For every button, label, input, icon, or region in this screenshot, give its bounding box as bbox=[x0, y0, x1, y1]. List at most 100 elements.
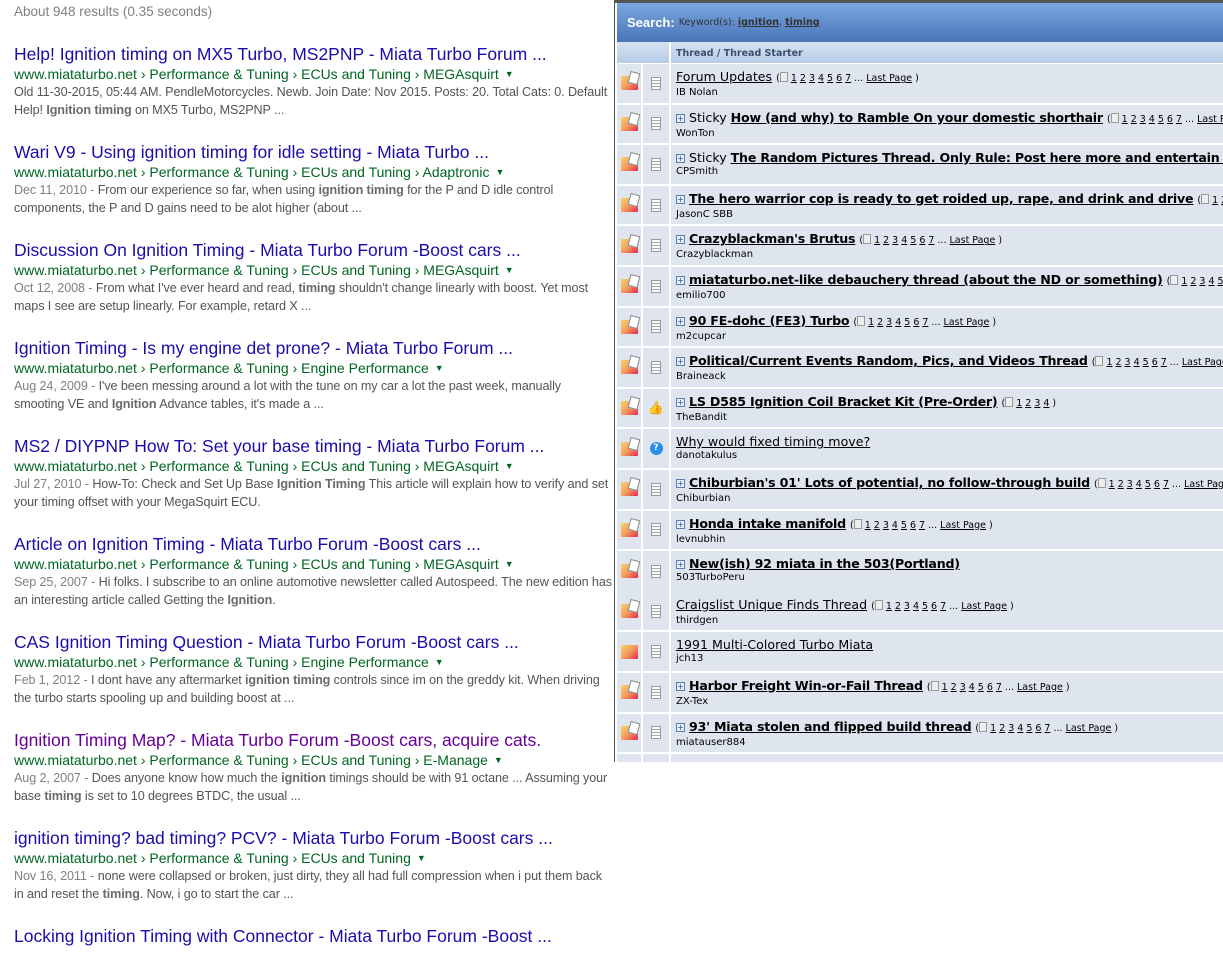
expand-icon[interactable]: + bbox=[676, 113, 685, 123]
page-link[interactable]: 3 bbox=[1140, 114, 1146, 125]
dropdown-arrow-icon[interactable]: ▼ bbox=[505, 461, 514, 471]
page-link[interactable]: 1 bbox=[1016, 398, 1022, 409]
page-link[interactable]: 1 bbox=[874, 235, 880, 246]
thread-title-link[interactable]: 1991 Multi-Colored Turbo Miata bbox=[676, 637, 873, 652]
thread-starter[interactable]: Braineack bbox=[676, 371, 1223, 382]
page-link[interactable]: 7 bbox=[845, 73, 851, 84]
page-link[interactable]: 1 bbox=[990, 723, 996, 734]
page-link[interactable]: 3 bbox=[1008, 723, 1014, 734]
thread-starter[interactable]: WonTon bbox=[676, 128, 1223, 139]
page-link[interactable]: 2 bbox=[1118, 479, 1124, 490]
result-title-link[interactable]: MS2 / DIYPNP How To: Set your base timin… bbox=[14, 435, 614, 457]
page-link[interactable]: 7 bbox=[996, 682, 1002, 693]
page-link[interactable]: 2 bbox=[877, 317, 883, 328]
result-title-link[interactable]: CAS Ignition Timing Question - Miata Tur… bbox=[14, 631, 614, 653]
page-link[interactable]: 1 bbox=[791, 73, 797, 84]
thread-title-link[interactable]: LS D585 Ignition Coil Bracket Kit (Pre-O… bbox=[689, 394, 998, 409]
page-link[interactable]: 3 bbox=[1125, 357, 1131, 368]
dropdown-arrow-icon[interactable]: ▼ bbox=[435, 363, 444, 373]
page-link[interactable]: 3 bbox=[809, 73, 815, 84]
page-link[interactable]: 5 bbox=[1026, 723, 1032, 734]
page-link[interactable]: 5 bbox=[1158, 114, 1164, 125]
expand-icon[interactable]: + bbox=[676, 478, 685, 488]
thread-title-link[interactable]: Honda intake manifold bbox=[689, 516, 846, 531]
thread-starter[interactable]: danotakulus bbox=[676, 450, 1223, 461]
dropdown-arrow-icon[interactable]: ▼ bbox=[505, 559, 514, 569]
page-link[interactable]: 4 bbox=[892, 520, 898, 531]
thread-title-link[interactable]: How (and why) to Ramble On your domestic… bbox=[731, 110, 1103, 125]
thread-title-link[interactable]: 90 FE-dohc (FE3) Turbo bbox=[689, 313, 850, 328]
page-link[interactable]: 1 bbox=[1106, 357, 1112, 368]
thread-starter[interactable]: levnubhin bbox=[676, 534, 1223, 545]
last-page-link[interactable]: Last Page bbox=[866, 73, 912, 84]
last-page-link[interactable]: Last Page bbox=[1197, 114, 1223, 125]
page-link[interactable]: 2 bbox=[1190, 276, 1196, 287]
page-link[interactable]: 1 bbox=[868, 317, 874, 328]
page-link[interactable]: 6 bbox=[931, 601, 937, 612]
page-link[interactable]: 2 bbox=[999, 723, 1005, 734]
result-title-link[interactable]: Help! Ignition timing on MX5 Turbo, MS2P… bbox=[14, 43, 614, 65]
page-link[interactable]: 6 bbox=[987, 682, 993, 693]
last-page-link[interactable]: Last Page bbox=[1182, 357, 1223, 368]
last-page-link[interactable]: Last Page bbox=[1184, 479, 1223, 490]
last-page-link[interactable]: Last Page bbox=[944, 317, 990, 328]
thread-title-link[interactable]: Why would fixed timing move? bbox=[676, 434, 870, 449]
thread-title-link[interactable]: Crazyblackman's Brutus bbox=[689, 231, 856, 246]
page-link[interactable]: 3 bbox=[886, 317, 892, 328]
page-link[interactable]: 6 bbox=[1167, 114, 1173, 125]
page-link[interactable]: 6 bbox=[913, 317, 919, 328]
page-link[interactable]: 4 bbox=[969, 682, 975, 693]
page-link[interactable]: 5 bbox=[827, 73, 833, 84]
page-link[interactable]: 1 bbox=[942, 682, 948, 693]
page-link[interactable]: 6 bbox=[919, 235, 925, 246]
page-link[interactable]: 2 bbox=[1116, 357, 1122, 368]
dropdown-arrow-icon[interactable]: ▼ bbox=[417, 853, 426, 863]
thread-starter[interactable]: 503TurboPeru bbox=[676, 572, 1223, 583]
expand-icon[interactable]: + bbox=[676, 722, 685, 732]
page-link[interactable]: 2 bbox=[895, 601, 901, 612]
page-link[interactable]: 3 bbox=[892, 235, 898, 246]
page-link[interactable]: 2 bbox=[800, 73, 806, 84]
page-link[interactable]: 4 bbox=[1134, 357, 1140, 368]
thread-starter[interactable]: JasonC SBB bbox=[676, 209, 1223, 220]
page-link[interactable]: 3 bbox=[960, 682, 966, 693]
thread-title-link[interactable]: Harbor Freight Win-or-Fail Thread bbox=[689, 678, 923, 693]
page-link[interactable]: 5 bbox=[922, 601, 928, 612]
keyword-link[interactable]: ignition bbox=[738, 17, 779, 28]
dropdown-arrow-icon[interactable]: ▼ bbox=[494, 755, 503, 765]
expand-icon[interactable]: + bbox=[676, 560, 685, 570]
keyword-link[interactable]: timing bbox=[785, 17, 820, 28]
expand-icon[interactable]: + bbox=[676, 154, 685, 164]
page-link[interactable]: 7 bbox=[922, 317, 928, 328]
thread-starter[interactable]: ZX-Tex bbox=[676, 696, 1223, 707]
result-title-link[interactable]: Locking Ignition Timing with Connector -… bbox=[14, 925, 614, 947]
thread-title-link[interactable]: Political/Current Events Random, Pics, a… bbox=[689, 353, 1088, 368]
thread-title-link[interactable]: Forum Updates bbox=[676, 69, 772, 84]
page-link[interactable]: 7 bbox=[919, 520, 925, 531]
page-link[interactable]: 4 bbox=[901, 235, 907, 246]
result-title-link[interactable]: Ignition Timing Map? - Miata Turbo Forum… bbox=[14, 729, 614, 751]
expand-icon[interactable]: + bbox=[676, 194, 685, 204]
page-link[interactable]: 4 bbox=[818, 73, 824, 84]
thread-starter[interactable]: thirdgen bbox=[676, 615, 1223, 626]
page-link[interactable]: 5 bbox=[910, 235, 916, 246]
page-link[interactable]: 1 bbox=[1212, 195, 1218, 206]
page-link[interactable]: 4 bbox=[1136, 479, 1142, 490]
last-page-link[interactable]: Last Page bbox=[961, 601, 1007, 612]
page-link[interactable]: 4 bbox=[1017, 723, 1023, 734]
page-link[interactable]: 3 bbox=[1199, 276, 1205, 287]
page-link[interactable]: 1 bbox=[1109, 479, 1115, 490]
expand-icon[interactable]: + bbox=[676, 275, 685, 285]
thread-title-link[interactable]: miataturbo.net-like debauchery thread (a… bbox=[689, 272, 1163, 287]
dropdown-arrow-icon[interactable]: ▼ bbox=[505, 265, 514, 275]
result-title-link[interactable]: Discussion On Ignition Timing - Miata Tu… bbox=[14, 239, 614, 261]
page-link[interactable]: 1 bbox=[865, 520, 871, 531]
page-link[interactable]: 3 bbox=[1127, 479, 1133, 490]
page-link[interactable]: 7 bbox=[1161, 357, 1167, 368]
page-link[interactable]: 7 bbox=[1044, 723, 1050, 734]
page-link[interactable]: 4 bbox=[913, 601, 919, 612]
page-link[interactable]: 4 bbox=[895, 317, 901, 328]
dropdown-arrow-icon[interactable]: ▼ bbox=[495, 167, 504, 177]
dropdown-arrow-icon[interactable]: ▼ bbox=[505, 69, 514, 79]
page-link[interactable]: 5 bbox=[904, 317, 910, 328]
